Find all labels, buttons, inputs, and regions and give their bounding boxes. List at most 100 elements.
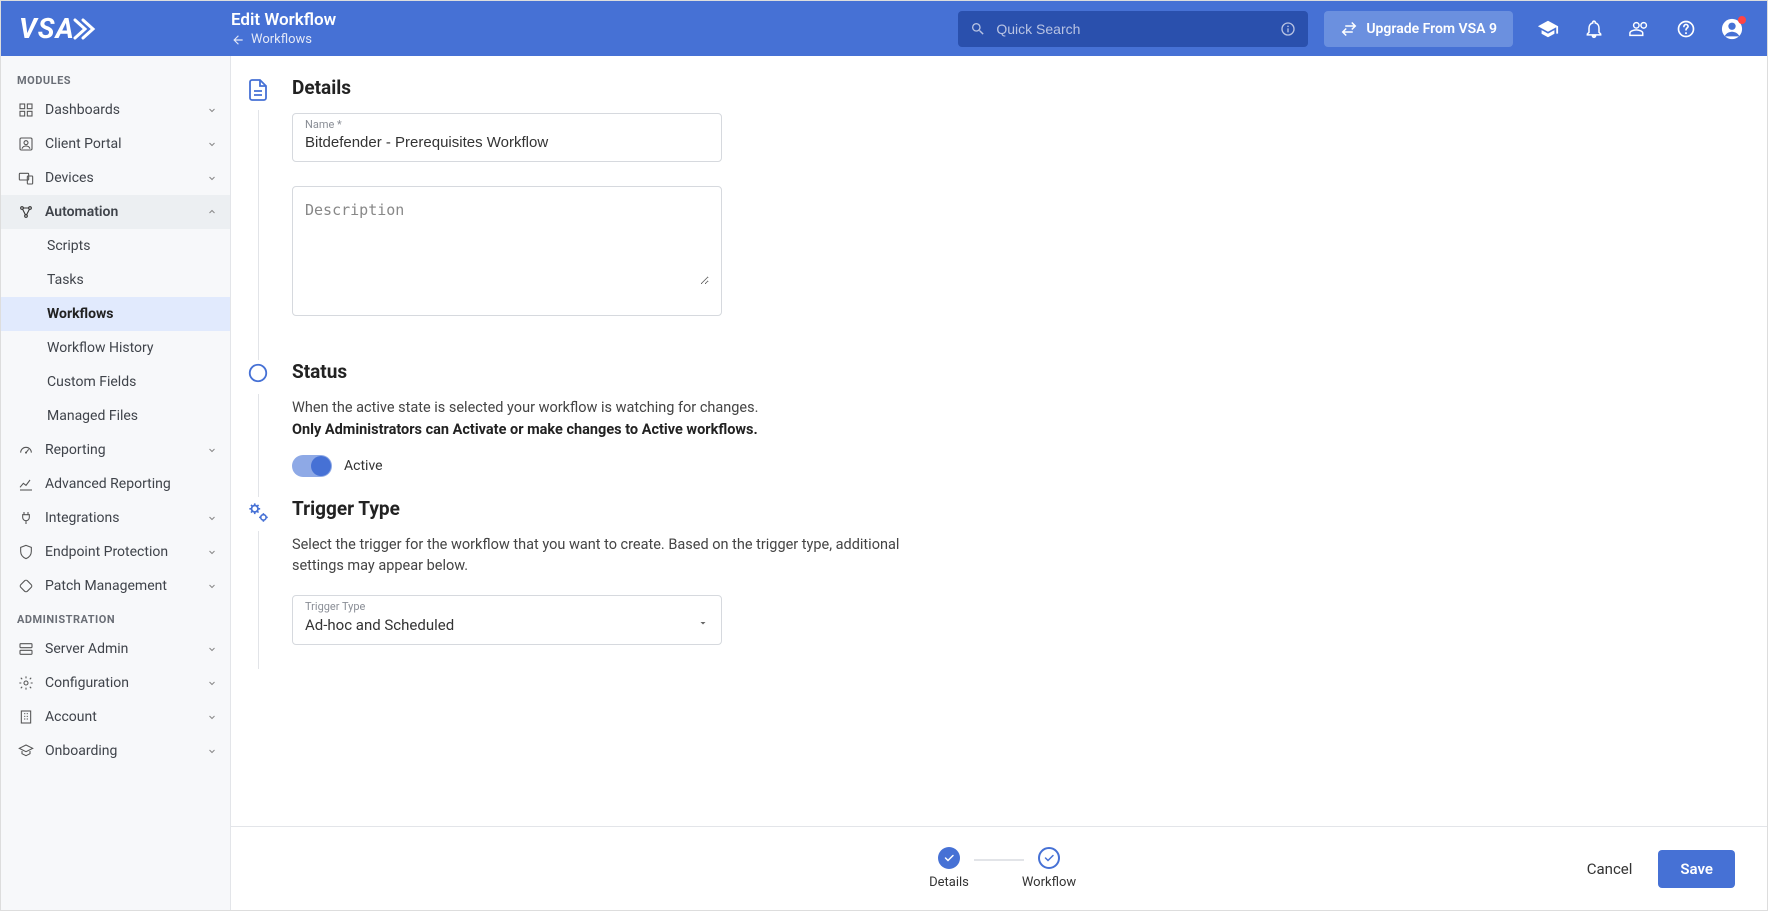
header-title-block: Edit Workflow Workflows xyxy=(231,10,336,47)
sidebar-item-label: Account xyxy=(45,709,196,725)
chevron-down-icon xyxy=(206,677,218,689)
sidebar-item-label: Reporting xyxy=(45,442,196,458)
user-group-icon[interactable] xyxy=(1629,18,1651,40)
sidebar-sub-workflows[interactable]: Workflows xyxy=(1,297,230,331)
notification-dot xyxy=(1738,16,1746,24)
graduation-icon[interactable] xyxy=(1537,18,1559,40)
patch-icon xyxy=(17,577,35,595)
shield-icon xyxy=(17,543,35,561)
sidebar-item-dashboards[interactable]: Dashboards xyxy=(1,93,230,127)
sidebar-item-automation[interactable]: Automation xyxy=(1,195,230,229)
sidebar-item-label: Onboarding xyxy=(45,743,196,759)
upgrade-button[interactable]: Upgrade From VSA 9 xyxy=(1324,11,1513,47)
step-label-details: Details xyxy=(929,875,969,890)
section-title-status: Status xyxy=(292,360,971,383)
sidebar-item-label: Automation xyxy=(45,204,196,220)
help-icon[interactable] xyxy=(1675,18,1697,40)
status-help-line2: Only Administrators can Activate or make… xyxy=(292,421,758,438)
sidebar-item-onboarding[interactable]: Onboarding xyxy=(1,734,230,768)
sidebar-item-label: Patch Management xyxy=(45,578,196,594)
upgrade-label: Upgrade From VSA 9 xyxy=(1366,21,1497,37)
sidebar-item-account[interactable]: Account xyxy=(1,700,230,734)
breadcrumb[interactable]: Workflows xyxy=(231,32,336,47)
dashboard-icon xyxy=(17,101,35,119)
status-help-line1: When the active state is selected your w… xyxy=(292,399,758,416)
sidebar-item-label: Dashboards xyxy=(45,102,196,118)
devices-icon xyxy=(17,169,35,187)
active-toggle-row: Active xyxy=(292,455,971,477)
app-header: VSA Edit Workflow Workflows Upgrade From… xyxy=(1,1,1767,56)
sidebar-sub-label: Workflows xyxy=(47,306,114,322)
footer-bar: Details Workflow Cancel Save xyxy=(231,826,1767,910)
sidebar-item-label: Advanced Reporting xyxy=(45,476,218,492)
chevron-down-icon xyxy=(206,643,218,655)
sidebar-item-reporting[interactable]: Reporting xyxy=(1,433,230,467)
chevron-down-icon xyxy=(206,512,218,524)
gear-icon xyxy=(17,674,35,692)
section-details: Details Name * xyxy=(243,76,1737,340)
name-field[interactable]: Name * xyxy=(292,113,722,162)
save-button[interactable]: Save xyxy=(1658,850,1735,888)
sidebar-item-advanced-reporting[interactable]: Advanced Reporting xyxy=(1,467,230,501)
page-title: Edit Workflow xyxy=(231,10,336,30)
chevron-down-icon xyxy=(206,745,218,757)
sidebar-item-label: Client Portal xyxy=(45,136,196,152)
app-logo: VSA xyxy=(1,12,231,45)
name-input[interactable] xyxy=(305,122,709,151)
description-textarea[interactable] xyxy=(305,195,709,285)
sidebar-sub-label: Tasks xyxy=(47,272,84,288)
caret-down-icon xyxy=(697,617,709,629)
gauge-icon xyxy=(17,441,35,459)
server-icon xyxy=(17,640,35,658)
header-icon-group xyxy=(1537,18,1751,40)
step-workflow[interactable]: Workflow xyxy=(984,847,1114,890)
search-input[interactable] xyxy=(996,21,1270,37)
sidebar-item-label: Devices xyxy=(45,170,196,186)
section-trigger: Trigger Type Select the trigger for the … xyxy=(243,497,1737,670)
avatar-icon[interactable] xyxy=(1721,18,1743,40)
active-toggle-label: Active xyxy=(344,458,383,474)
graduation-cap-icon xyxy=(17,742,35,760)
chevron-down-icon xyxy=(206,580,218,592)
sidebar-item-configuration[interactable]: Configuration xyxy=(1,666,230,700)
sidebar-item-devices[interactable]: Devices xyxy=(1,161,230,195)
trigger-help-text: Select the trigger for the workflow that… xyxy=(292,534,912,578)
chevron-down-icon xyxy=(206,711,218,723)
building-icon xyxy=(17,708,35,726)
sidebar-sub-custom-fields[interactable]: Custom Fields xyxy=(1,365,230,399)
sidebar-item-server-admin[interactable]: Server Admin xyxy=(1,632,230,666)
info-icon[interactable] xyxy=(1280,21,1296,37)
swap-icon xyxy=(1340,20,1358,38)
chevron-down-icon xyxy=(206,138,218,150)
description-field[interactable] xyxy=(292,186,722,316)
sidebar-item-patch-management[interactable]: Patch Management xyxy=(1,569,230,603)
sidebar-sub-tasks[interactable]: Tasks xyxy=(1,263,230,297)
sidebar-sub-managed-files[interactable]: Managed Files xyxy=(1,399,230,433)
person-box-icon xyxy=(17,135,35,153)
trigger-type-select[interactable]: Trigger Type Ad-hoc and Scheduled xyxy=(292,595,722,645)
search-icon xyxy=(970,21,986,37)
main-panel: Details Name * Status xyxy=(231,56,1767,910)
sidebar-sub-label: Scripts xyxy=(47,238,90,254)
sidebar-item-client-portal[interactable]: Client Portal xyxy=(1,127,230,161)
name-field-label: Name * xyxy=(305,118,342,131)
active-toggle[interactable] xyxy=(292,455,332,477)
sidebar-sub-workflow-history[interactable]: Workflow History xyxy=(1,331,230,365)
sidebar-item-label: Configuration xyxy=(45,675,196,691)
chevron-down-icon xyxy=(206,104,218,116)
plug-icon xyxy=(17,509,35,527)
logo-text: VSA xyxy=(19,12,75,45)
section-title-trigger: Trigger Type xyxy=(292,497,971,520)
toggle-knob xyxy=(311,456,331,476)
step-label-workflow: Workflow xyxy=(1022,875,1076,890)
sidebar-item-label: Endpoint Protection xyxy=(45,544,196,560)
bell-icon[interactable] xyxy=(1583,18,1605,40)
quick-search[interactable] xyxy=(958,11,1308,47)
sidebar-item-endpoint-protection[interactable]: Endpoint Protection xyxy=(1,535,230,569)
cancel-button[interactable]: Cancel xyxy=(1577,852,1643,886)
breadcrumb-label: Workflows xyxy=(251,32,312,47)
sidebar-sub-scripts[interactable]: Scripts xyxy=(1,229,230,263)
sidebar-sub-label: Custom Fields xyxy=(47,374,136,390)
sidebar-item-integrations[interactable]: Integrations xyxy=(1,501,230,535)
wizard-stepper: Details Workflow xyxy=(884,847,1114,890)
